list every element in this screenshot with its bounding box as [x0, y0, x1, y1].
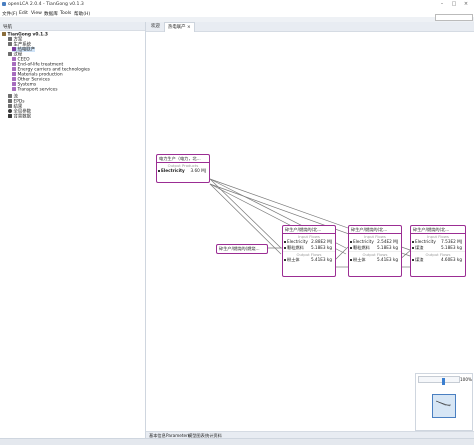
navigator-title: 导航: [3, 24, 12, 30]
parameter-icon: [8, 109, 12, 113]
process-node-title: 碎生产/燃烧的(北...: [349, 226, 401, 234]
tab-welcome[interactable]: 欢迎: [148, 22, 163, 31]
flow-row[interactable]: 煤渣 5.18E3 kg: [411, 245, 465, 251]
folder-icon: [8, 99, 12, 103]
process-node-title: 碎生产/燃烧的(北...: [283, 226, 335, 234]
tree-item-transport[interactable]: Transport services: [12, 87, 58, 92]
process-node-power[interactable]: 电力生产（电力，北... Output Products Electricity…: [156, 154, 210, 183]
folder-icon: [12, 77, 16, 81]
menu-edit[interactable]: Edit: [19, 11, 28, 16]
menu-help[interactable]: 帮助(H): [74, 11, 90, 17]
navigator-header: 导航: [0, 22, 145, 31]
product-system-icon: [12, 47, 16, 51]
zoom-slider-handle[interactable]: [442, 378, 445, 385]
menu-bar: 文件(F) Edit View 数据库 Tools 帮助(H): [0, 9, 474, 17]
minimap-graph: [435, 400, 451, 407]
folder-icon: [12, 62, 16, 66]
maximize-icon[interactable]: □: [448, 1, 460, 8]
close-icon[interactable]: ×: [460, 1, 472, 8]
app-icon: [2, 2, 6, 6]
menu-view[interactable]: View: [31, 11, 42, 16]
folder-icon: [12, 57, 16, 61]
navigator-panel: 导航 TianGong v0.1.3 方案 生产系统 热电联产 过程 CEEO …: [0, 22, 146, 438]
folder-icon: [8, 104, 12, 108]
minimap-viewport[interactable]: [432, 394, 456, 418]
graph-canvas[interactable]: 电力生产（电力，北... Output Products Electricity…: [148, 39, 472, 425]
flow-row[interactable]: 粉土体 5.41E3 kg: [283, 257, 335, 263]
zoom-slider[interactable]: [418, 376, 460, 385]
process-node-collapsed[interactable]: 碎生产/燃烧的(燃烧...: [216, 244, 268, 254]
zoom-level: 100%: [460, 376, 472, 382]
process-node-title: 碎生产/燃烧的(燃烧...: [219, 246, 260, 251]
flow-row[interactable]: 颗粒燃料 5.18E3 kg: [283, 245, 335, 251]
folder-icon: [8, 42, 12, 46]
process-node-a[interactable]: 碎生产/燃烧的(北... Input Flows Electricity 2.88…: [282, 225, 336, 277]
process-node-title: 碎生产/燃烧的(北...: [411, 226, 465, 234]
folder-icon: [8, 37, 12, 41]
flow-row[interactable]: 煤渣 4.60E3 kg: [411, 257, 465, 263]
menu-tools[interactable]: Tools: [60, 11, 71, 16]
folder-icon: [12, 72, 16, 76]
minimap-panel: 100%: [415, 373, 473, 431]
minimize-icon[interactable]: –: [436, 1, 448, 8]
folder-icon: [12, 67, 16, 71]
tree-item-background[interactable]: 背景数据: [8, 114, 31, 119]
folder-icon: [12, 82, 16, 86]
flow-row[interactable]: 粉土体 5.41E3 kg: [349, 257, 401, 263]
tab-chp[interactable]: 热电联产 ×: [164, 22, 195, 32]
background-icon: [8, 114, 12, 118]
menu-file[interactable]: 文件(F): [2, 11, 17, 17]
folder-icon: [8, 52, 12, 56]
folder-icon: [12, 87, 16, 91]
menu-database[interactable]: 数据库: [44, 11, 58, 17]
flow-row[interactable]: Electricity 3.60 MJ: [157, 168, 209, 174]
process-node-title: 电力生产（电力，北...: [157, 155, 209, 163]
process-node-c[interactable]: 碎生产/燃烧的(北... Input Flows Electricity 7.53…: [410, 225, 466, 277]
database-icon: [2, 32, 6, 36]
flow-row[interactable]: 颗粒燃料 5.18E3 kg: [349, 245, 401, 251]
folder-icon: [8, 94, 12, 98]
search-input[interactable]: [435, 14, 473, 21]
window-title: openLCA 2.0.4 - TianGong v0.1.3: [8, 1, 84, 7]
process-node-b[interactable]: 碎生产/燃烧的(北... Input Flows Electricity 2.54…: [348, 225, 402, 277]
editor-tab-bar: 欢迎 热电联产 ×: [146, 22, 474, 32]
